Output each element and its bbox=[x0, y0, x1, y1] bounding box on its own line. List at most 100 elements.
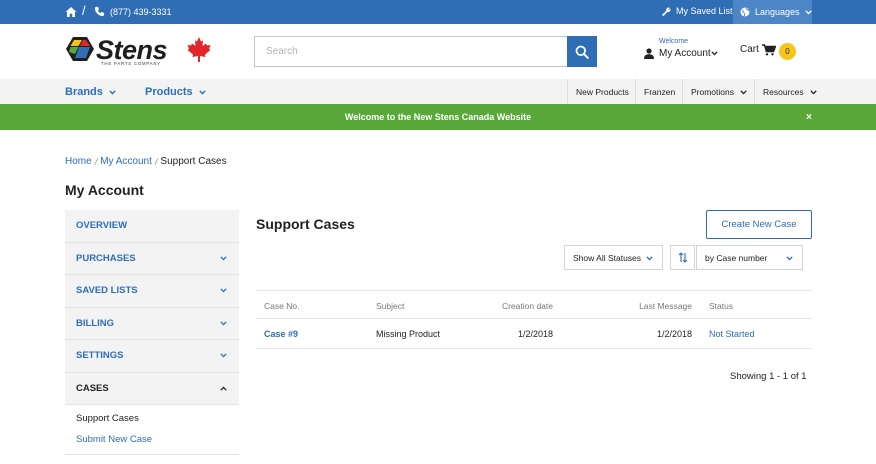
maple-leaf-icon bbox=[187, 37, 211, 62]
nav-franzen[interactable]: Franzen bbox=[644, 87, 675, 97]
case-number-link[interactable]: Case #9 bbox=[264, 329, 298, 339]
chevron-down-icon bbox=[220, 320, 227, 325]
search-icon bbox=[575, 45, 589, 59]
divider: / bbox=[82, 3, 86, 18]
sort-icon bbox=[678, 252, 687, 263]
case-status: Not Started bbox=[709, 329, 755, 339]
nav-divider bbox=[635, 79, 636, 104]
column-header-case-no: Case No. bbox=[264, 301, 300, 311]
sidebar-subitem-submit-new-case[interactable]: Submit New Case bbox=[76, 430, 239, 451]
create-new-case-button[interactable]: Create New Case bbox=[706, 210, 812, 239]
breadcrumb-home[interactable]: Home bbox=[65, 156, 92, 167]
chevron-down-icon bbox=[109, 89, 116, 95]
sidebar-item-settings[interactable]: SETTINGS bbox=[65, 340, 239, 373]
nav-brands-label: Brands bbox=[65, 86, 103, 98]
sidebar-item-saved-lists[interactable]: SAVED LISTS bbox=[65, 275, 239, 308]
cart-count-badge: 0 bbox=[779, 43, 796, 60]
nav-products-label: Products bbox=[145, 86, 193, 98]
section-title: Support Cases bbox=[256, 216, 355, 232]
chevron-down-icon bbox=[220, 255, 227, 260]
column-header-subject: Subject bbox=[376, 301, 405, 311]
chevron-down-icon bbox=[809, 89, 817, 95]
nav-divider bbox=[682, 79, 683, 104]
globe-icon bbox=[740, 7, 750, 17]
banner-message: Welcome to the New Stens Canada Website bbox=[344, 112, 532, 122]
sort-by-select[interactable]: by Case number bbox=[696, 245, 803, 270]
cases-table: Case No. Subject Creation date Last Mess… bbox=[256, 290, 812, 349]
nav-divider bbox=[567, 79, 568, 104]
sidebar-item-label: OVERVIEW bbox=[76, 220, 128, 232]
phone-icon bbox=[94, 6, 105, 17]
breadcrumb-separator: / bbox=[154, 156, 158, 167]
nav-new-products-label: New Products bbox=[576, 87, 629, 97]
nav-resources[interactable]: Resources bbox=[763, 87, 817, 97]
search-input[interactable] bbox=[254, 36, 567, 67]
sidebar-item-label: SETTINGS bbox=[76, 350, 124, 362]
welcome-banner: Welcome to the New Stens Canada Website … bbox=[0, 104, 876, 130]
breadcrumb-current: Support Cases bbox=[160, 156, 227, 167]
nav-resources-label: Resources bbox=[763, 87, 804, 97]
sidebar-item-label: PURCHASES bbox=[76, 252, 136, 264]
breadcrumb-separator: / bbox=[94, 156, 98, 167]
nav-promotions[interactable]: Promotions bbox=[691, 87, 747, 97]
nav-new-products[interactable]: New Products bbox=[576, 87, 629, 97]
logo-hexagon-mark bbox=[66, 37, 94, 61]
sidebar-item-label: CASES bbox=[76, 382, 109, 394]
column-header-status: Status bbox=[709, 301, 734, 311]
sidebar-item-label: BILLING bbox=[76, 317, 114, 329]
welcome-text: Welcome bbox=[659, 38, 689, 45]
cart-link[interactable]: Cart bbox=[740, 44, 759, 55]
column-header-creation-date: Creation date bbox=[501, 301, 553, 311]
user-icon bbox=[644, 48, 654, 59]
nav-franzen-label: Franzen bbox=[644, 87, 676, 97]
chevron-up-icon bbox=[220, 386, 227, 391]
chevron-down-icon bbox=[740, 89, 747, 95]
sidebar-subitem-support-cases[interactable]: Support Cases bbox=[76, 409, 239, 430]
wrench-icon bbox=[662, 7, 671, 16]
column-header-last-message: Last Message bbox=[639, 301, 692, 311]
status-filter-select[interactable]: Show All Statuses bbox=[564, 245, 663, 270]
banner-close-button[interactable]: × bbox=[806, 112, 812, 123]
table-header: Case No. Subject Creation date Last Mess… bbox=[256, 290, 812, 319]
pagination-summary: Showing 1 - 1 of 1 bbox=[730, 371, 807, 382]
cases-submenu: Support Cases Submit New Case bbox=[65, 405, 239, 455]
chevron-down-icon bbox=[198, 89, 206, 95]
status-filter-value: Show All Statuses bbox=[573, 252, 642, 263]
case-creation-date: 1/2/2018 bbox=[517, 329, 553, 339]
sidebar-item-cases[interactable]: CASES bbox=[65, 372, 239, 405]
chevron-down-icon bbox=[646, 256, 653, 261]
saved-lists-link[interactable]: My Saved Lists bbox=[662, 6, 737, 16]
breadcrumb-my-account[interactable]: My Account bbox=[100, 156, 152, 167]
chevron-down-icon bbox=[220, 353, 227, 358]
sidebar-item-purchases[interactable]: PURCHASES bbox=[65, 242, 239, 275]
languages-dropdown[interactable]: Languages bbox=[733, 0, 812, 24]
chevron-down-icon bbox=[711, 51, 718, 56]
sidebar-item-label: SAVED LISTS bbox=[76, 285, 138, 297]
chevron-down-icon bbox=[786, 256, 793, 261]
nav-brands[interactable]: Brands bbox=[65, 86, 116, 98]
main-nav: Brands Products New Products Franzen Pro… bbox=[0, 79, 876, 104]
breadcrumb: Home / My Account / Support Cases bbox=[65, 156, 227, 167]
nav-promotions-label: Promotions bbox=[691, 87, 734, 97]
home-icon[interactable] bbox=[65, 6, 77, 18]
table-row[interactable]: Case #9 Missing Product 1/2/2018 1/2/201… bbox=[256, 319, 812, 349]
nav-products[interactable]: Products bbox=[145, 86, 206, 98]
phone-number[interactable]: (877) 439-3331 bbox=[110, 7, 172, 17]
case-subject: Missing Product bbox=[376, 329, 441, 339]
svg-text:THE PARTS COMPANY: THE PARTS COMPANY bbox=[101, 61, 161, 66]
chevron-down-icon bbox=[804, 9, 812, 15]
saved-lists-label: My Saved Lists bbox=[676, 6, 738, 16]
sidebar-item-billing[interactable]: BILLING bbox=[65, 307, 239, 340]
languages-label: Languages bbox=[755, 7, 800, 17]
search-button[interactable] bbox=[567, 36, 597, 67]
stens-logo[interactable]: Stens THE PARTS COMPANY bbox=[64, 35, 214, 67]
sort-direction-button[interactable] bbox=[670, 245, 695, 270]
sort-by-value: by Case number bbox=[705, 252, 768, 263]
search-bar bbox=[254, 36, 597, 67]
my-account-label: My Account bbox=[659, 48, 711, 59]
cart-icon[interactable] bbox=[762, 44, 776, 56]
account-sidebar: OVERVIEW PURCHASES SAVED LISTS BILLING S… bbox=[65, 210, 239, 455]
utility-bar: / (877) 439-3331 My Saved Lists Language… bbox=[0, 0, 876, 24]
sidebar-item-overview[interactable]: OVERVIEW bbox=[65, 210, 239, 243]
case-last-message: 1/2/2018 bbox=[656, 329, 692, 339]
